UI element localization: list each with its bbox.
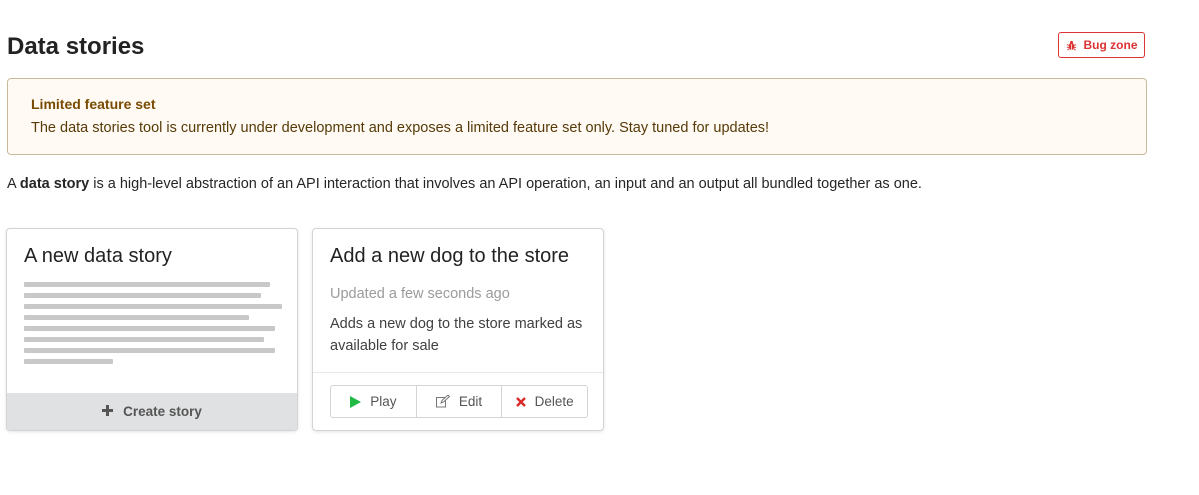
- new-story-card[interactable]: A new data story Create story: [6, 228, 298, 431]
- placeholder-line: [24, 315, 249, 320]
- placeholder-line: [24, 282, 270, 287]
- delete-icon: [515, 396, 526, 407]
- story-card: Add a new dog to the store Updated a few…: [312, 228, 604, 431]
- intro-prefix: A: [7, 176, 20, 192]
- intro-text: A data story is a high-level abstraction…: [7, 174, 922, 194]
- notice-title: Limited feature set: [31, 96, 156, 112]
- plus-icon: [102, 404, 114, 420]
- bug-zone-label: Bug zone: [1083, 38, 1138, 52]
- intro-suffix: is a high-level abstraction of an API in…: [89, 176, 922, 192]
- edit-icon: [435, 395, 450, 408]
- delete-button[interactable]: Delete: [501, 386, 587, 417]
- bug-zone-button[interactable]: Bug zone: [1058, 32, 1145, 58]
- placeholder-line: [24, 337, 264, 342]
- placeholder-line: [24, 348, 275, 353]
- edit-label: Edit: [458, 394, 483, 409]
- bug-icon: [1066, 40, 1077, 51]
- create-story-button[interactable]: Create story: [7, 393, 297, 430]
- notice-body: The data stories tool is currently under…: [31, 120, 770, 136]
- placeholder-line: [24, 304, 282, 309]
- play-button[interactable]: Play: [331, 386, 416, 417]
- placeholder-line: [24, 293, 261, 298]
- story-description: Adds a new dog to the store marked as av…: [330, 316, 583, 354]
- new-story-title: A new data story: [24, 245, 172, 267]
- placeholder-line: [24, 326, 275, 331]
- edit-button[interactable]: Edit: [415, 386, 502, 417]
- story-title[interactable]: Add a new dog to the store: [330, 243, 569, 269]
- play-icon: [350, 395, 362, 408]
- limited-feature-notice: Limited feature set The data stories too…: [7, 78, 1147, 155]
- card-divider: [313, 372, 603, 373]
- placeholder-lines: [24, 282, 284, 370]
- page-title: Data stories: [7, 33, 145, 60]
- create-story-label: Create story: [123, 404, 202, 419]
- story-actions: Play Edit Delete: [330, 385, 588, 418]
- intro-bold-term: data story: [19, 176, 90, 192]
- delete-label: Delete: [534, 394, 574, 409]
- story-updated: Updated a few seconds ago: [330, 286, 510, 302]
- placeholder-line: [24, 359, 113, 364]
- play-label: Play: [370, 394, 397, 409]
